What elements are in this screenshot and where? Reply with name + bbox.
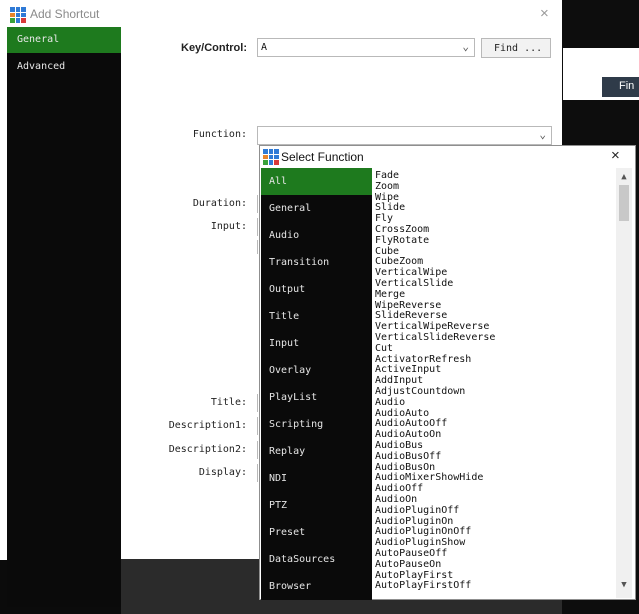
select-function-dialog: Select Function × All General Audio Tran… <box>259 145 636 600</box>
category-item-ndi[interactable]: NDI <box>261 465 372 492</box>
category-item-preset[interactable]: Preset <box>261 519 372 546</box>
scrollbar-thumb[interactable] <box>619 185 629 221</box>
key-control-value: A <box>261 42 268 53</box>
function-select[interactable]: ⌄ <box>257 126 552 145</box>
key-control-label: Key/Control: <box>181 42 247 54</box>
function-item[interactable]: AudioBus <box>375 441 423 451</box>
function-item[interactable]: Cut <box>375 343 393 354</box>
function-item[interactable]: Audio <box>375 397 405 408</box>
function-item[interactable]: Zoom <box>375 181 399 192</box>
description2-label: Description2: <box>168 444 247 455</box>
dialog-title: Add Shortcut <box>30 7 100 21</box>
function-item[interactable]: AdjustCountdown <box>375 387 465 397</box>
category-item-overlay[interactable]: Overlay <box>261 357 372 384</box>
function-list: Fade Zoom Wipe Slide Fly CrossZoom FlyRotate Cu… <box>373 170 618 598</box>
category-item-playlist[interactable]: PlayList <box>261 384 372 411</box>
function-item[interactable]: AudioAutoOff <box>375 419 447 429</box>
function-item[interactable]: SlideReverse <box>375 311 447 321</box>
vmix-grid-icon <box>10 7 26 23</box>
function-item[interactable]: AutoPauseOn <box>375 559 441 570</box>
function-item[interactable]: AutoPlayFirstOff <box>375 581 471 591</box>
function-item[interactable]: Fly <box>375 214 393 224</box>
function-item[interactable]: AudioOn <box>375 495 417 505</box>
category-item-replay[interactable]: Replay <box>261 438 372 465</box>
add-shortcut-titlebar: Add Shortcut × <box>0 0 562 28</box>
category-item-audio[interactable]: Audio <box>261 222 372 249</box>
function-item[interactable]: AudioPluginOnOff <box>375 527 471 537</box>
sidebar-item-general[interactable]: General <box>7 27 121 53</box>
category-item-browser[interactable]: Browser <box>261 573 372 600</box>
function-item[interactable]: VerticalWipeReverse <box>375 322 489 332</box>
function-item[interactable]: VerticalWipe <box>375 268 447 278</box>
sidebar-item-advanced[interactable]: Advanced <box>7 54 121 80</box>
display-label: Display: <box>198 467 247 478</box>
function-label: Function: <box>192 129 247 140</box>
function-item[interactable]: VerticalSlide <box>375 279 453 289</box>
input-label: Input: <box>210 221 247 232</box>
close-icon[interactable]: × <box>611 147 620 164</box>
background-find-button[interactable]: Fin <box>602 77 639 97</box>
function-item[interactable]: FlyRotate <box>375 235 429 246</box>
chevron-down-icon: ⌄ <box>462 40 469 53</box>
category-item-scripting[interactable]: Scripting <box>261 411 372 438</box>
category-list: All General Audio Transition Output Titl… <box>261 168 372 600</box>
key-control-select[interactable]: A ⌄ <box>257 38 475 57</box>
category-item-general[interactable]: General <box>261 195 372 222</box>
category-item-all[interactable]: All <box>261 168 372 195</box>
close-icon[interactable]: × <box>540 5 549 22</box>
function-item[interactable]: Cube <box>375 246 399 257</box>
function-item[interactable]: Merge <box>375 289 405 300</box>
function-item[interactable]: AddInput <box>375 376 423 386</box>
category-item-datasources[interactable]: DataSources <box>261 546 372 573</box>
category-item-transition[interactable]: Transition <box>261 249 372 276</box>
add-shortcut-sidebar: General Advanced <box>7 27 121 607</box>
scroll-down-icon[interactable]: ▼ <box>616 580 632 590</box>
category-item-input[interactable]: Input <box>261 330 372 357</box>
function-item[interactable]: WipeReverse <box>375 300 441 311</box>
function-item[interactable]: AudioPluginOn <box>375 516 453 527</box>
scroll-up-icon[interactable]: ▲ <box>616 172 632 182</box>
function-item[interactable]: AudioPluginShow <box>375 538 465 548</box>
function-item[interactable]: VerticalSlideReverse <box>375 333 495 343</box>
function-item[interactable]: Wipe <box>375 192 399 203</box>
function-item[interactable]: AudioAutoOn <box>375 430 441 440</box>
function-item[interactable]: AudioPluginOff <box>375 505 459 516</box>
function-item[interactable]: AutoPauseOff <box>375 549 447 559</box>
category-item-output[interactable]: Output <box>261 276 372 303</box>
description1-label: Description1: <box>168 420 247 431</box>
function-list-scrollbar[interactable]: ▲ ▼ <box>616 168 632 598</box>
function-item[interactable]: AudioBusOff <box>375 451 441 462</box>
find-button[interactable]: Find ... <box>481 38 551 58</box>
function-item[interactable]: Fade <box>375 171 399 181</box>
title-label: Title: <box>210 397 247 408</box>
function-item[interactable]: AudioAuto <box>375 408 429 419</box>
function-item[interactable]: Slide <box>375 203 405 213</box>
category-item-title[interactable]: Title <box>261 303 372 330</box>
function-item[interactable]: ActiveInput <box>375 365 441 375</box>
duration-label: Duration: <box>192 198 247 209</box>
function-item[interactable]: CubeZoom <box>375 257 423 267</box>
function-item[interactable]: CrossZoom <box>375 225 429 235</box>
function-item[interactable]: AudioMixerShowHide <box>375 473 483 483</box>
function-item[interactable]: AutoPlayFirst <box>375 570 453 581</box>
function-item[interactable]: AudioOff <box>375 484 423 494</box>
select-function-title: Select Function <box>281 150 364 164</box>
function-item[interactable]: AudioBusOn <box>375 462 435 473</box>
category-item-ptz[interactable]: PTZ <box>261 492 372 519</box>
chevron-down-icon: ⌄ <box>539 128 546 141</box>
vmix-grid-icon <box>263 149 279 165</box>
function-item[interactable]: ActivatorRefresh <box>375 354 471 365</box>
